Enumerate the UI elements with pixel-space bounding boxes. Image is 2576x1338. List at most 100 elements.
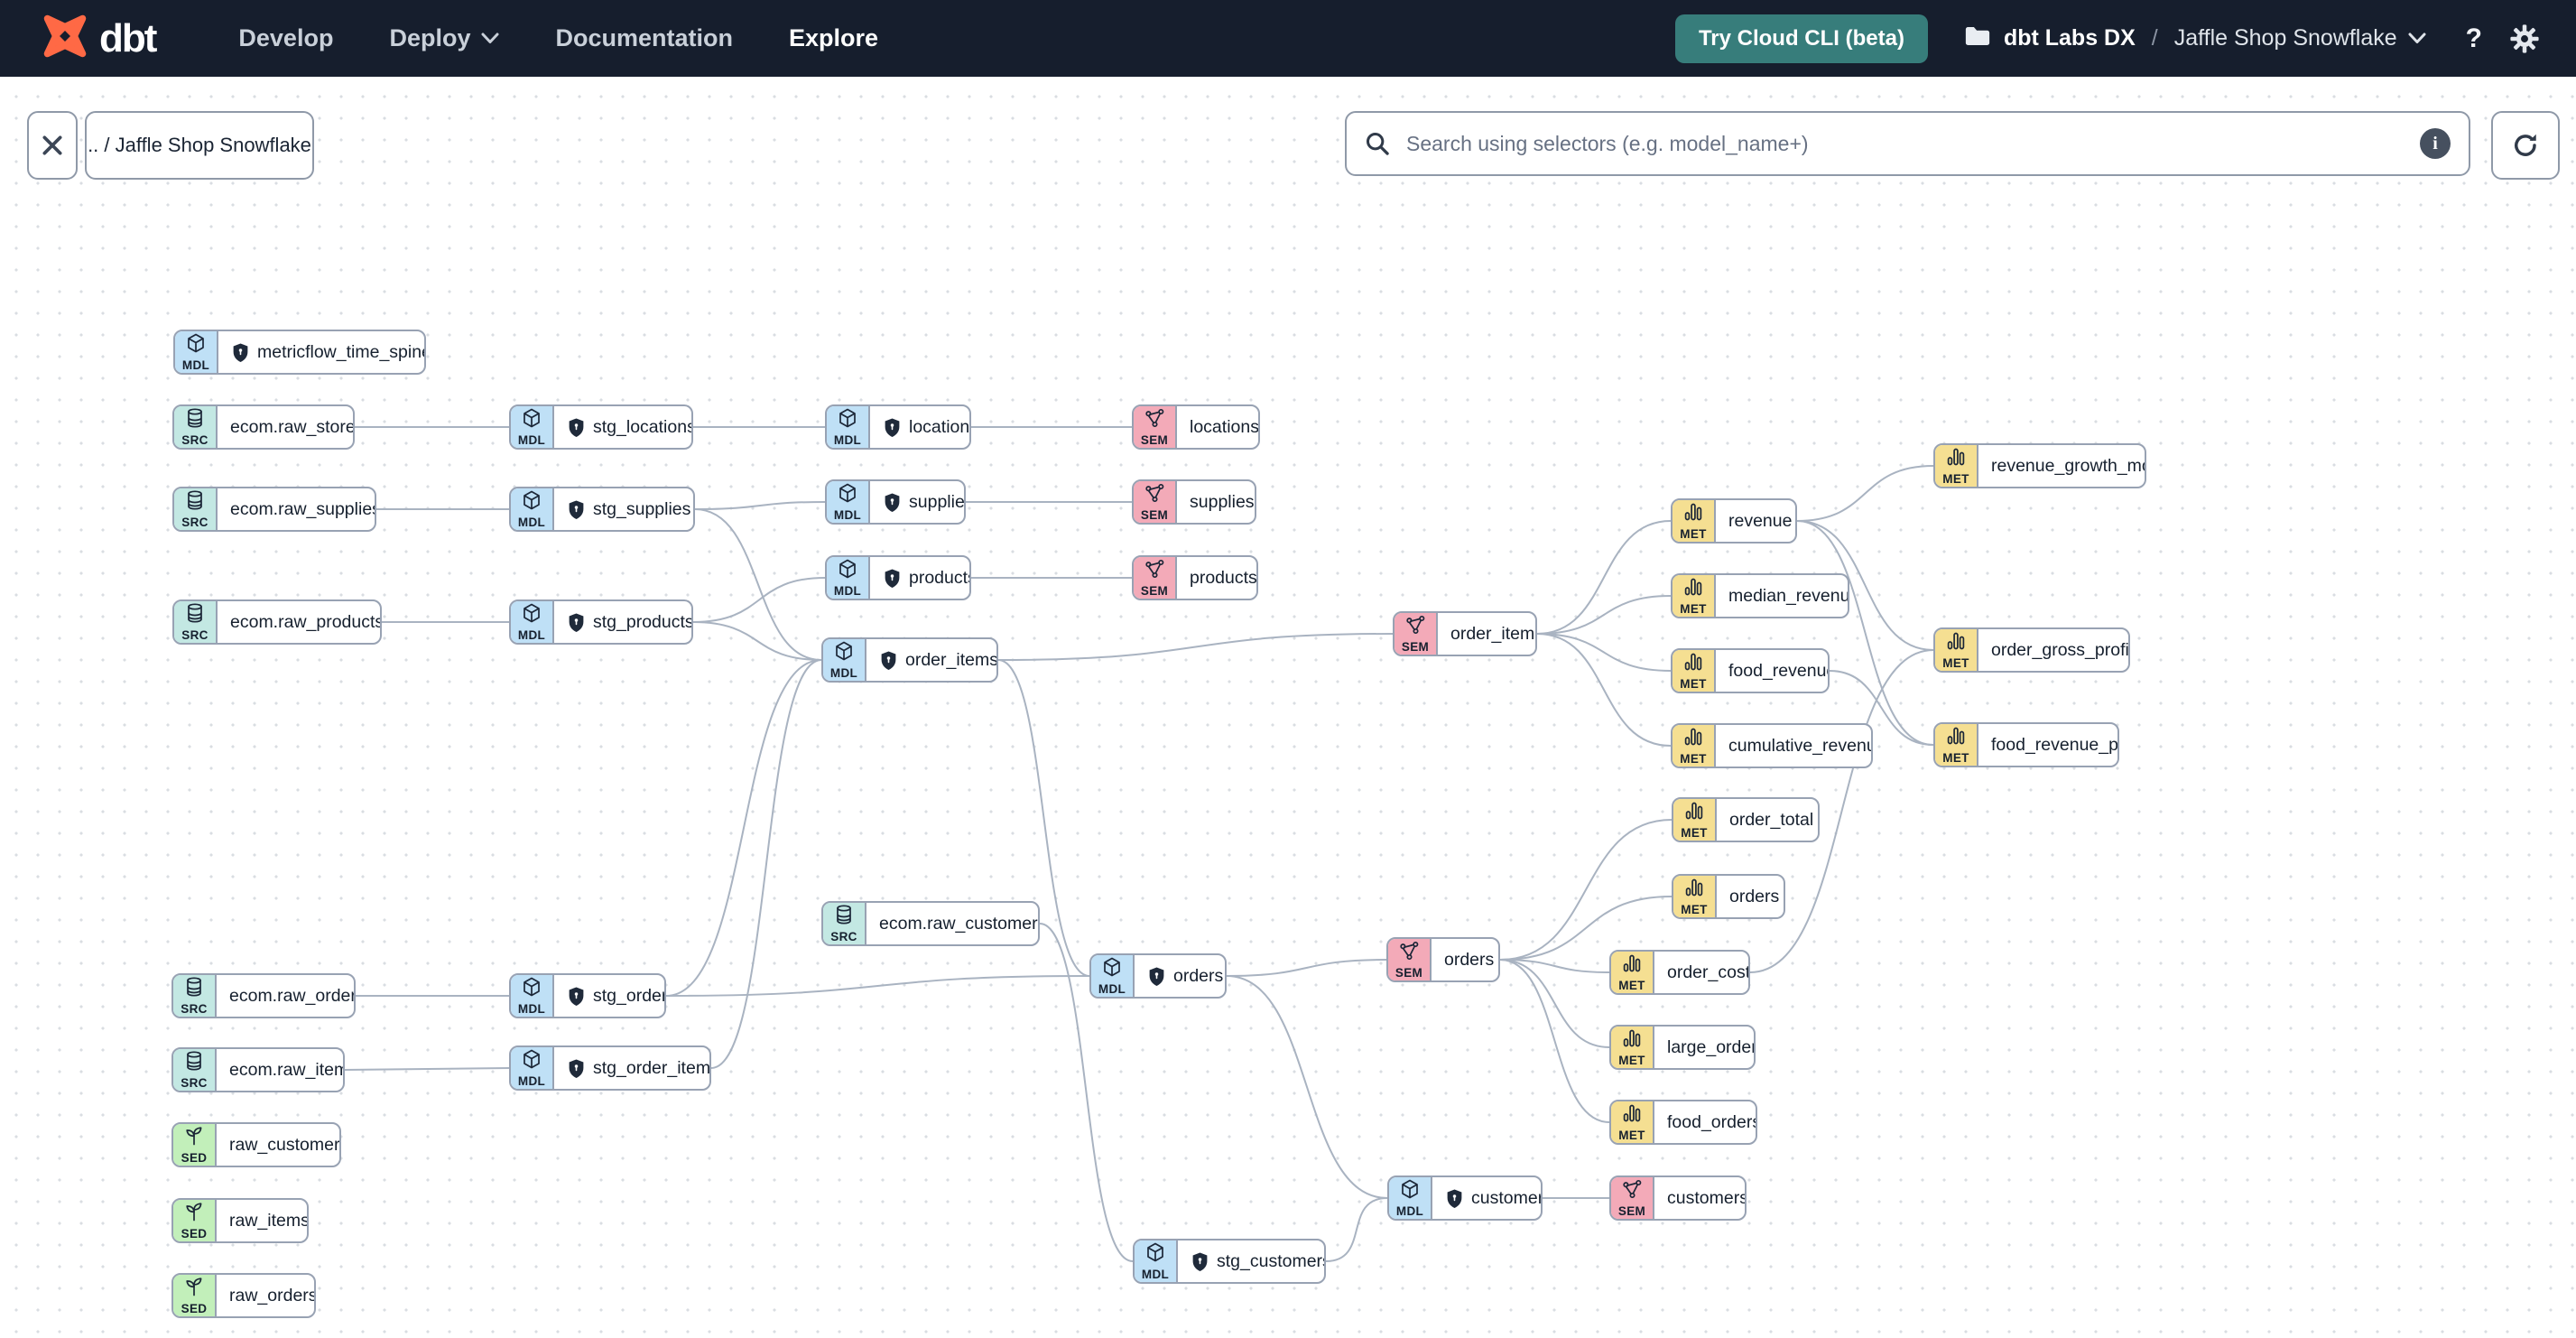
node-label: large_order [1667, 1036, 1754, 1057]
graph-node-sem_customers[interactable]: SEM customers [1609, 1175, 1747, 1221]
node-type-badge: SEM [1611, 1177, 1654, 1219]
node-type-label: MDL [517, 628, 546, 643]
graph-node-src_raw_supplies[interactable]: SRC ecom.raw_supplies [172, 487, 376, 532]
graph-node-mdl_supplies[interactable]: MDL supplies [825, 479, 966, 525]
graph-node-sem_supplies[interactable]: SEM supplies [1132, 479, 1256, 525]
graph-node-met_revenue_growth_mom[interactable]: MET revenue_growth_mom [1933, 443, 2146, 488]
node-type-badge: MDL [175, 331, 218, 373]
metric-icon [1683, 877, 1705, 903]
graph-node-met_median_revenue[interactable]: MET median_revenue [1671, 573, 1849, 618]
graph-node-met_large_order[interactable]: MET large_order [1609, 1025, 1756, 1070]
source-icon [184, 407, 206, 433]
node-type-label: SRC [830, 930, 857, 944]
node-type-label: MET [1942, 751, 1969, 766]
graph-node-src_raw_products[interactable]: SRC ecom.raw_products [172, 599, 382, 645]
node-type-label: MDL [833, 508, 862, 523]
node-type-badge: MDL [827, 406, 870, 448]
graph-node-mdl_locations[interactable]: MDL locations [825, 404, 971, 450]
lineage-canvas[interactable]: .. / Jaffle Shop Snowflake i MDL metricfl… [0, 77, 2576, 1338]
node-type-badge: MDL [827, 557, 870, 599]
graph-node-stg_customers[interactable]: MDL stg_customers [1133, 1239, 1326, 1284]
graph-node-met_food_revenue[interactable]: MET food_revenue [1671, 648, 1830, 693]
model-icon [521, 1048, 542, 1074]
dbt-logo[interactable]: dbt [42, 13, 157, 64]
graph-node-sed_raw_items[interactable]: SED raw_items [171, 1198, 309, 1243]
shield-icon [1191, 1251, 1209, 1272]
node-type-badge: SEM [1134, 557, 1177, 599]
graph-node-mdl_customers[interactable]: MDL customers [1387, 1175, 1543, 1221]
node-label: food_orders [1667, 1111, 1756, 1132]
node-type-label: SRC [181, 1076, 208, 1091]
lineage-edge [1536, 633, 1672, 747]
try-cloud-cli-button[interactable]: Try Cloud CLI (beta) [1674, 14, 1928, 63]
project-selector[interactable]: Jaffle Shop Snowflake [2174, 25, 2426, 51]
graph-node-stg_products[interactable]: MDL stg_products [509, 599, 693, 645]
node-label: stg_products [554, 601, 691, 643]
metric-icon [1682, 501, 1704, 527]
graph-node-sem_order_item[interactable]: SEM order_item [1393, 611, 1537, 656]
graph-node-stg_orders[interactable]: MDL stg_orders [509, 973, 666, 1018]
graph-node-met_order_total[interactable]: MET order_total [1672, 797, 1820, 842]
node-label: order_items [866, 639, 996, 681]
lineage-edge [1226, 975, 1388, 1199]
node-type-label: MET [1942, 472, 1969, 487]
nav-item-explore[interactable]: Explore [789, 24, 878, 52]
graph-node-met_revenue[interactable]: MET revenue [1671, 498, 1797, 544]
node-type-badge: MDL [511, 488, 554, 530]
graph-node-sed_raw_orders[interactable]: SED raw_orders [171, 1273, 316, 1318]
search-input[interactable] [1404, 130, 2405, 157]
graph-node-stg_locations[interactable]: MDL stg_locations [509, 404, 693, 450]
graph-node-met_order_gross_profit[interactable]: MET order_gross_profit [1933, 627, 2130, 673]
graph-node-sed_raw_customers[interactable]: SED raw_customers [171, 1122, 341, 1167]
nav-item-deploy[interactable]: Deploy [389, 24, 499, 52]
node-type-label: MET [1618, 1054, 1645, 1068]
graph-node-mdl_order_items[interactable]: MDL order_items [821, 637, 998, 683]
nav-item-develop[interactable]: Develop [238, 24, 333, 52]
node-type-label: SED [181, 1151, 208, 1166]
model-icon [185, 332, 207, 358]
graph-breadcrumb[interactable]: .. / Jaffle Shop Snowflake [85, 111, 314, 180]
graph-node-met_food_orders[interactable]: MET food_orders [1609, 1100, 1757, 1145]
model-icon [1399, 1178, 1421, 1204]
account-name[interactable]: dbt Labs DX [2004, 25, 2136, 51]
graph-node-sem_orders[interactable]: SEM orders [1386, 937, 1500, 982]
graph-node-src_raw_stores[interactable]: SRC ecom.raw_stores [172, 404, 355, 450]
node-type-badge: MET [1673, 575, 1716, 617]
node-type-label: MDL [833, 433, 862, 448]
graph-node-sem_locations[interactable]: SEM locations [1132, 404, 1260, 450]
shield-icon [879, 650, 898, 671]
node-type-label: SEM [1140, 584, 1169, 599]
graph-node-mdl_orders[interactable]: MDL orders [1089, 953, 1227, 999]
node-type-badge: SRC [174, 406, 218, 448]
graph-node-met_cumulative_revenue[interactable]: MET cumulative_revenue [1671, 723, 1873, 768]
help-icon[interactable]: ? [2466, 23, 2482, 54]
graph-node-src_raw_items[interactable]: SRC ecom.raw_items [171, 1047, 345, 1092]
node-label: revenue_growth_mom [1991, 455, 2145, 476]
nav-item-documentation[interactable]: Documentation [555, 24, 733, 52]
graph-node-src_raw_customers[interactable]: SRC ecom.raw_customers [821, 901, 1040, 946]
node-label: ecom.raw_customers [879, 913, 1038, 934]
node-type-label: MDL [517, 433, 546, 448]
lineage-edge [694, 501, 826, 510]
source-icon [184, 489, 206, 516]
close-button[interactable] [27, 111, 78, 180]
seed-icon [183, 1276, 205, 1302]
info-icon[interactable]: i [2420, 128, 2451, 159]
node-label: raw_items [229, 1210, 307, 1231]
graph-node-met_food_revenue_pct[interactable]: MET food_revenue_pct [1933, 722, 2119, 767]
graph-node-stg_order_items[interactable]: MDL stg_order_items [509, 1045, 711, 1091]
node-type-badge: MET [1611, 1027, 1654, 1068]
graph-node-sem_products[interactable]: SEM products [1132, 555, 1258, 600]
breadcrumb-separator: / [2151, 25, 2158, 51]
graph-node-src_raw_orders[interactable]: SRC ecom.raw_orders [171, 973, 356, 1018]
gear-icon[interactable] [2509, 23, 2540, 54]
node-type-badge: MDL [511, 975, 554, 1017]
graph-node-metricflow_time_spine[interactable]: MDL metricflow_time_spine [173, 330, 426, 375]
node-type-label: SEM [1140, 433, 1169, 448]
graph-node-mdl_products[interactable]: MDL products [825, 555, 971, 600]
graph-node-met_order_cost[interactable]: MET order_cost [1609, 950, 1750, 995]
refresh-button[interactable] [2491, 111, 2560, 180]
source-icon [833, 904, 855, 930]
graph-node-stg_supplies[interactable]: MDL stg_supplies [509, 487, 695, 532]
graph-node-met_orders[interactable]: MET orders [1672, 874, 1785, 919]
